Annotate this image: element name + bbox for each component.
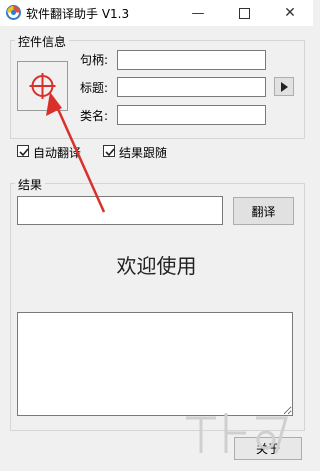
crosshair-target-icon [29,73,56,99]
app-icon [6,5,21,20]
maximize-icon [238,7,250,19]
title-action-button[interactable] [274,77,294,96]
class-name-label: 类名: [80,109,109,123]
window-title: 软件翻译助手 V1.3 [26,7,130,21]
handle-input[interactable] [117,50,266,70]
check-icon [19,148,29,157]
welcome-text: 欢迎使用 [116,254,197,278]
title-bar: 软件翻译助手 V1.3 — ✕ [0,0,313,26]
auto-translate-label[interactable]: 自动翻译 [33,144,81,161]
result-group-label: 结果 [15,176,46,193]
follow-result-label[interactable]: 结果跟随 [119,144,167,161]
follow-result-checkbox[interactable] [103,145,115,157]
handle-label: 句柄: [80,53,109,67]
title-input[interactable] [117,77,266,97]
watermark-logo [186,413,288,454]
class-name-input[interactable] [117,105,266,125]
minimize-button[interactable]: — [175,0,221,26]
target-picker[interactable] [17,61,68,111]
auto-translate-checkbox[interactable] [17,145,29,157]
close-icon: ✕ [284,5,296,21]
control-info-label: 控件信息 [15,33,70,50]
title-label: 标题: [80,81,109,95]
maximize-button[interactable] [221,0,267,26]
result-input[interactable] [17,196,223,225]
translate-button[interactable]: 翻译 [233,197,294,225]
check-icon [105,148,115,157]
minimize-icon: — [191,5,205,21]
close-button[interactable]: ✕ [267,0,313,26]
